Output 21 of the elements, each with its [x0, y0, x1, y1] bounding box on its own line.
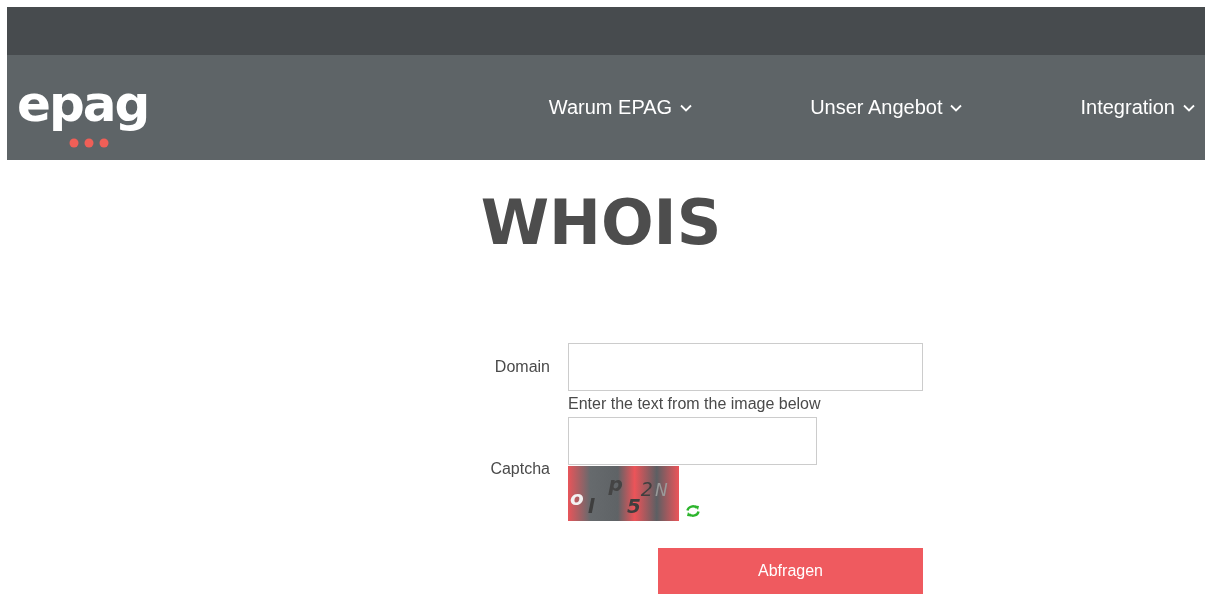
captcha-character: 5	[626, 494, 641, 518]
nav-link[interactable]: Unser Angebot	[810, 96, 963, 119]
nav-link[interactable]: Warum EPAG	[548, 96, 693, 119]
captcha-character: p	[608, 472, 623, 496]
captcha-character: N	[654, 480, 668, 500]
chevron-down-icon	[950, 103, 963, 112]
captcha-character: o	[570, 486, 584, 510]
nav-link[interactable]: Integration	[1080, 96, 1195, 119]
dots-icon	[69, 137, 109, 148]
captcha-input[interactable]	[568, 417, 817, 465]
refresh-icon[interactable]	[685, 504, 701, 518]
domain-input[interactable]	[568, 343, 923, 391]
captcha-label: Captcha	[489, 460, 550, 478]
logo-text[interactable]: epag	[17, 75, 149, 132]
chevron-down-icon	[680, 103, 693, 112]
page-title: WHOIS	[479, 185, 723, 261]
submit-button[interactable]: Abfragen	[658, 548, 923, 594]
domain-label: Domain	[493, 358, 550, 376]
chevron-down-icon	[1183, 103, 1195, 112]
captcha-character: 2	[640, 478, 653, 500]
captcha-hint: Enter the text from the image below	[568, 395, 822, 413]
